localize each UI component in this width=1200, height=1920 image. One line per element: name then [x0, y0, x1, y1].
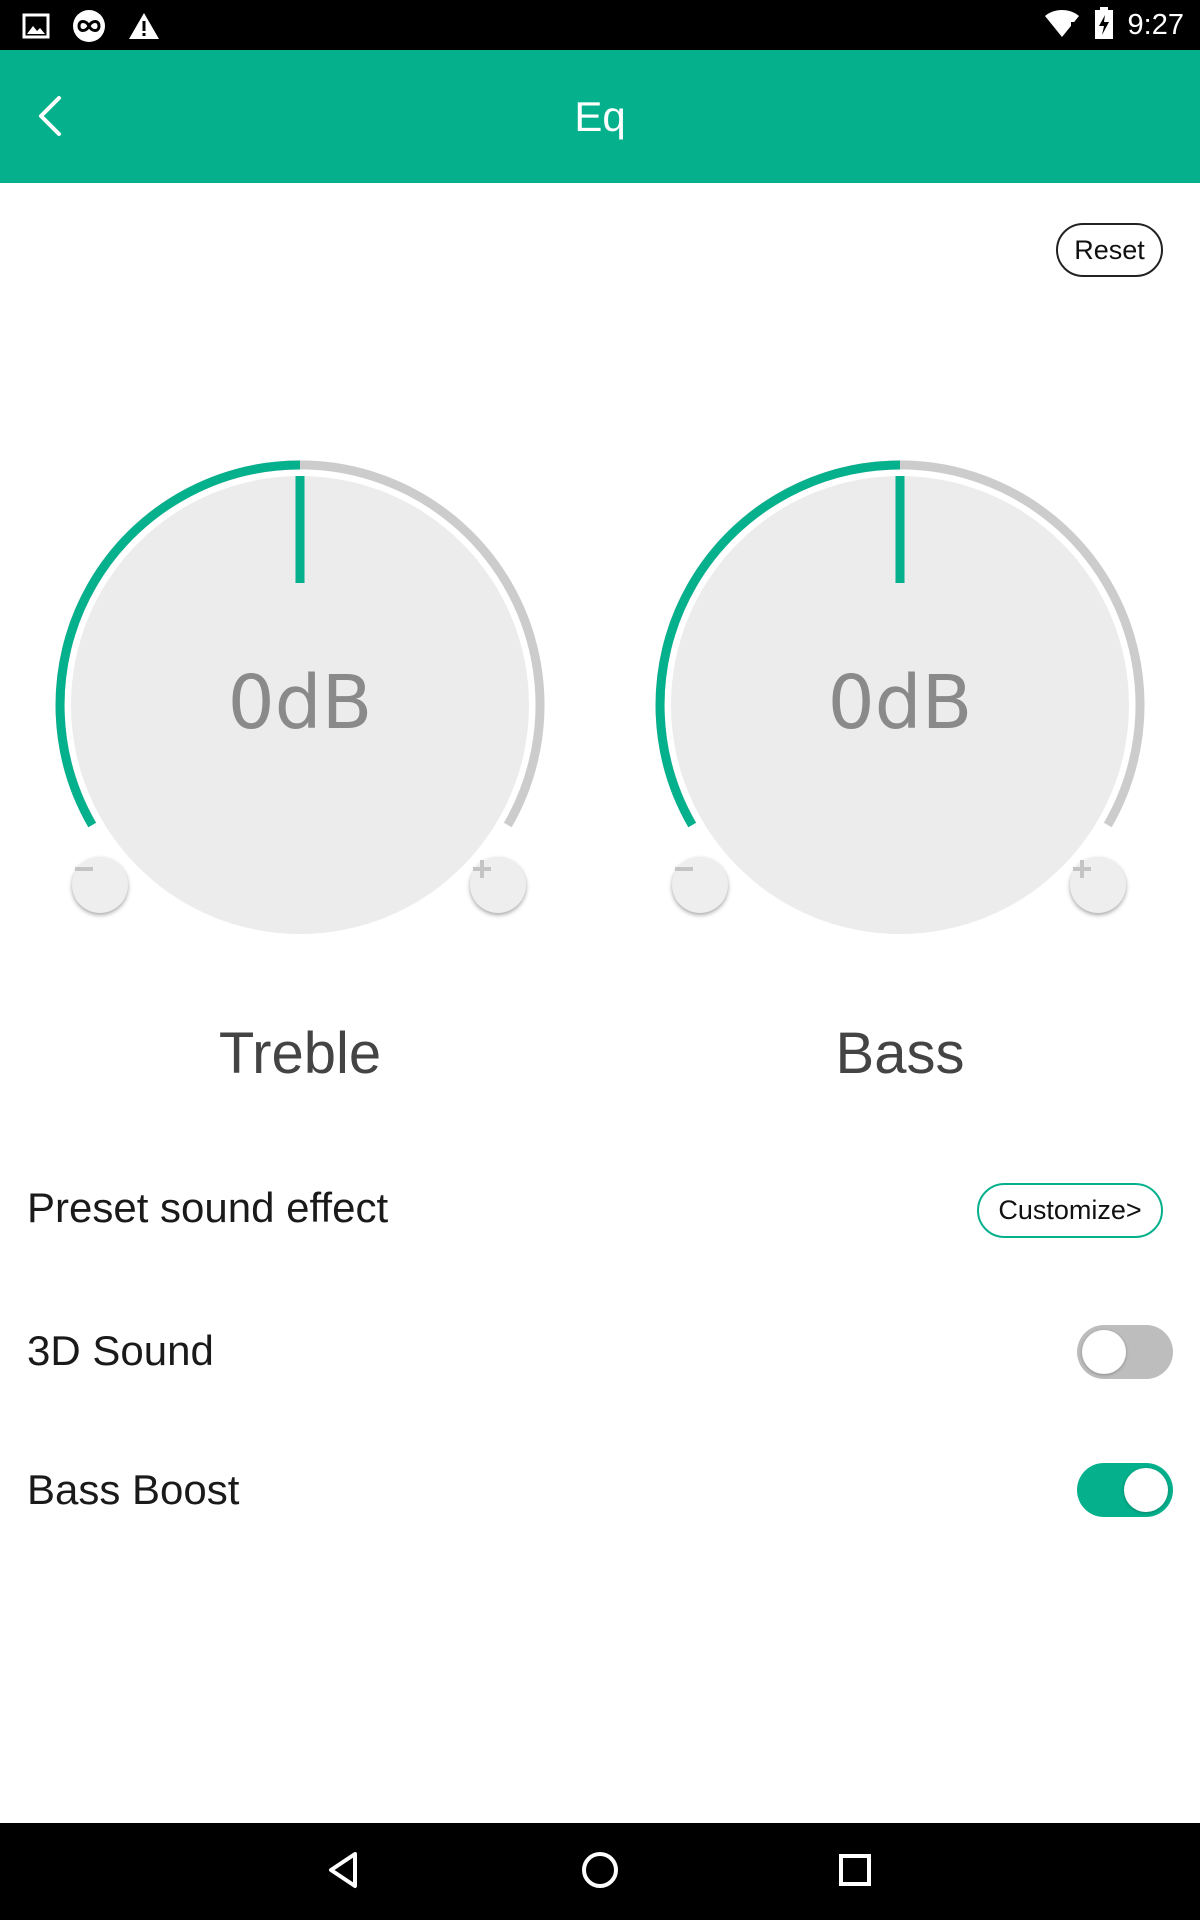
- bass-knob[interactable]: 0dB: [650, 455, 1150, 955]
- recents-square-icon: [835, 1850, 875, 1895]
- status-bar: 9:27: [0, 0, 1200, 50]
- toggle-thumb: [1082, 1330, 1126, 1374]
- treble-knob[interactable]: 0dB: [50, 455, 550, 955]
- nav-back-button[interactable]: [316, 1845, 370, 1899]
- bass-decrease-button[interactable]: [672, 857, 728, 913]
- warning-icon: [128, 12, 160, 45]
- back-triangle-icon: [323, 1850, 363, 1895]
- bass-boost-label: Bass Boost: [27, 1466, 240, 1513]
- preset-sound-effect-label: Preset sound effect: [27, 1184, 389, 1231]
- status-clock: 9:27: [1127, 9, 1184, 41]
- bass-value: 0dB: [827, 660, 973, 746]
- infinity-circle-icon: [72, 9, 106, 48]
- page-title: Eq: [574, 93, 626, 140]
- toggle-thumb: [1124, 1468, 1168, 1512]
- treble-value: 0dB: [227, 660, 373, 746]
- back-button[interactable]: [20, 88, 80, 148]
- nav-recents-button[interactable]: [828, 1845, 882, 1899]
- sound-3d-label: 3D Sound: [27, 1327, 214, 1374]
- app-bar: Eq: [0, 50, 1200, 183]
- treble-label: Treble: [218, 1021, 382, 1086]
- sound-3d-toggle[interactable]: [1077, 1325, 1173, 1379]
- reset-button[interactable]: Reset: [1056, 223, 1163, 277]
- bass-boost-toggle[interactable]: [1077, 1463, 1173, 1517]
- image-icon: [22, 13, 50, 44]
- bass-label: Bass: [835, 1021, 965, 1086]
- home-circle-icon: [580, 1850, 620, 1895]
- wifi-icon: [1044, 8, 1080, 43]
- navigation-bar: [0, 1823, 1200, 1920]
- nav-home-button[interactable]: [573, 1845, 627, 1899]
- battery-icon: [1094, 6, 1114, 45]
- bass-increase-button[interactable]: [1070, 857, 1126, 913]
- chevron-left-icon: [35, 94, 65, 143]
- treble-decrease-button[interactable]: [72, 857, 128, 913]
- treble-increase-button[interactable]: [470, 857, 526, 913]
- customize-button[interactable]: Customize>: [977, 1183, 1163, 1238]
